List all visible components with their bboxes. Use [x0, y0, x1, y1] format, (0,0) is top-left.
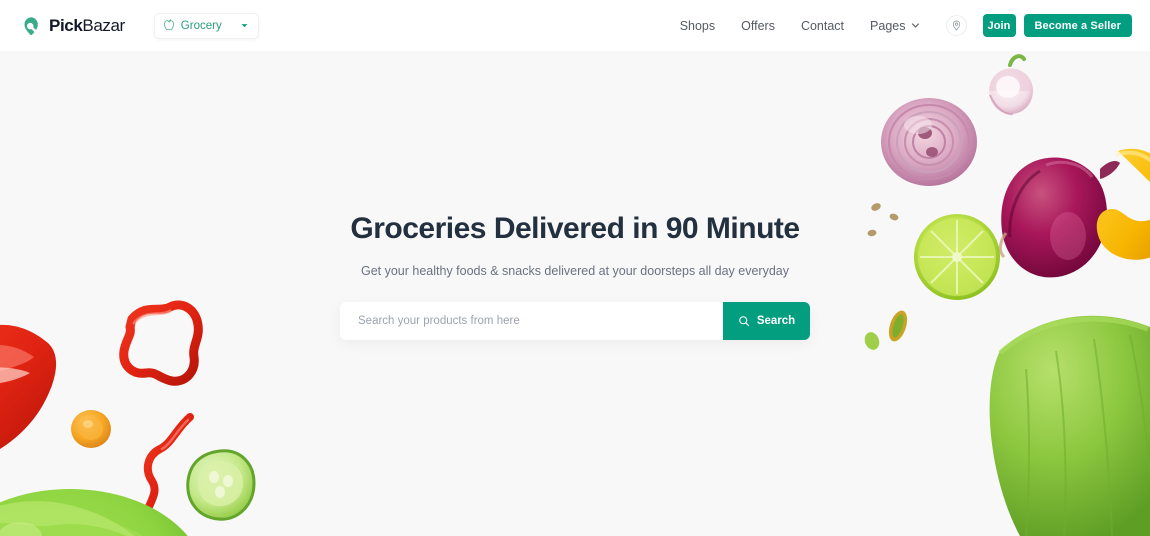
hero-content: Groceries Delivered in 90 Minute Get you… — [0, 51, 1150, 536]
yellow-pepper — [1096, 148, 1150, 260]
red-bell-pepper-slice — [0, 324, 57, 449]
carrot-slice — [71, 410, 111, 448]
nav-contact[interactable]: Contact — [801, 19, 844, 33]
become-seller-button[interactable]: Become a Seller — [1023, 14, 1132, 37]
red-onion-slice — [881, 98, 977, 186]
hero-search-bar: Search — [340, 302, 810, 340]
red-pepper-ring — [119, 300, 203, 386]
lime-slice — [914, 214, 1000, 300]
nav-offers-label: Offers — [741, 18, 775, 33]
chevron-down-icon — [911, 23, 919, 28]
category-type-select[interactable]: Grocery — [153, 12, 259, 39]
cabbage-leaf — [989, 315, 1150, 536]
cucumber-slice — [186, 449, 256, 521]
red-onion-whole — [998, 157, 1120, 278]
nav-pages-label: Pages — [870, 18, 906, 33]
brand-text: PickBazar — [49, 16, 125, 36]
page-root: PickBazar Grocery Shops Offers Contact P… — [0, 0, 1150, 536]
map-pin-icon — [952, 20, 960, 31]
join-button[interactable]: Join — [982, 14, 1016, 37]
green-lettuce — [0, 489, 188, 536]
search-input[interactable] — [340, 302, 723, 340]
hero-banner: Groceries Delivered in 90 Minute Get you… — [0, 51, 1150, 536]
category-type-label: Grocery — [180, 19, 222, 32]
search-button[interactable]: Search — [723, 302, 810, 340]
nav-contact-label: Contact — [800, 18, 845, 33]
brand-logo[interactable]: PickBazar — [22, 16, 125, 36]
nav-shops[interactable]: Shops — [680, 19, 715, 33]
brand-name-bold: Pick — [49, 15, 83, 35]
nav-shops-label: Shops — [679, 18, 716, 33]
search-icon — [739, 316, 749, 327]
pistachio — [864, 310, 908, 350]
leaf-logo-icon — [24, 16, 38, 35]
brand-name-light: Bazar — [82, 15, 125, 35]
location-button[interactable] — [945, 15, 967, 36]
nav-pages[interactable]: Pages — [870, 19, 919, 33]
hero-decor-right — [864, 54, 1150, 536]
seeds — [867, 203, 899, 237]
main-nav: Shops Offers Contact Pages Join Become a… — [680, 14, 1132, 37]
hero-decor-left — [0, 300, 256, 536]
site-header: PickBazar Grocery Shops Offers Contact P… — [0, 0, 1150, 51]
radish-half — [989, 54, 1033, 116]
nav-offers[interactable]: Offers — [741, 19, 775, 33]
red-pepper-strip — [143, 413, 194, 513]
hero-title: Groceries Delivered in 90 Minute — [350, 212, 800, 245]
chevron-down-icon — [241, 24, 248, 28]
apple-icon — [163, 19, 174, 31]
hero-subtitle: Get your healthy foods & snacks delivere… — [360, 264, 789, 278]
search-button-label: Search — [756, 315, 796, 327]
